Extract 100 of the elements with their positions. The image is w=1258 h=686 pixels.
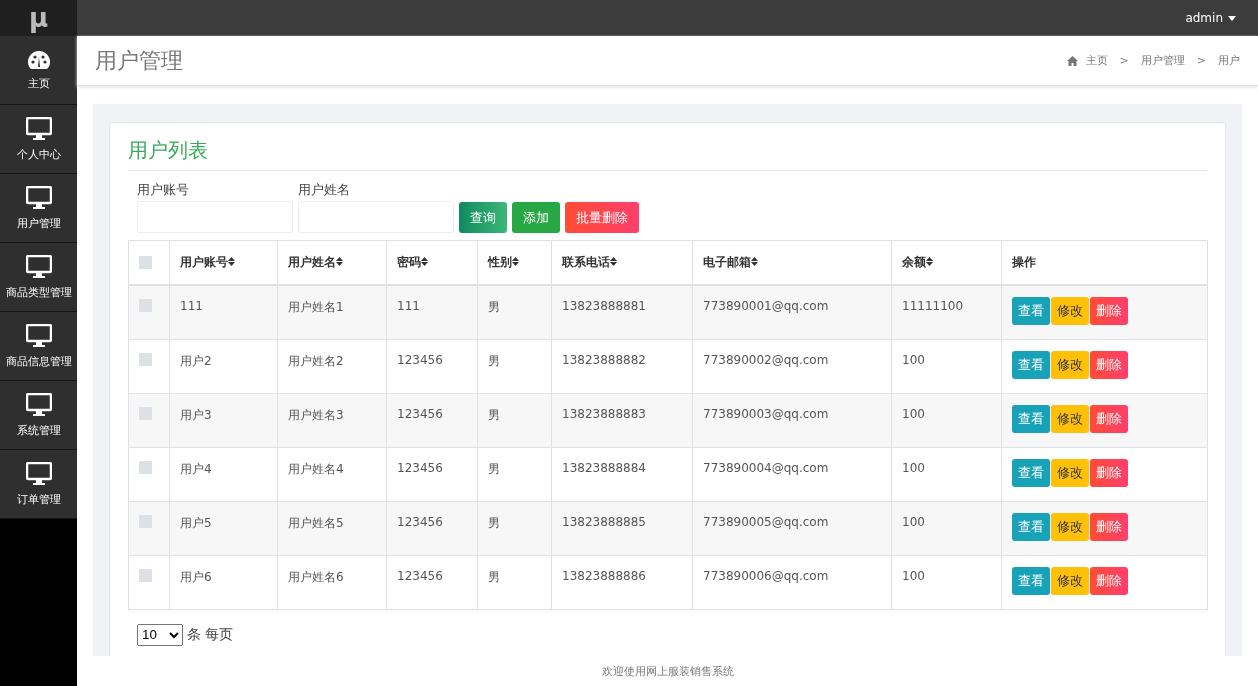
monitor-icon xyxy=(25,461,52,486)
sidebar-item[interactable]: 用户管理 xyxy=(0,174,77,243)
page-size-select[interactable]: 10 xyxy=(137,623,183,646)
table-cell: 100 xyxy=(891,555,1002,609)
sort-icon xyxy=(336,257,343,266)
sidebar-item[interactable]: 商品信息管理 xyxy=(0,312,77,381)
edit-button[interactable]: 修改 xyxy=(1051,404,1089,433)
table-cell: 13823888886 xyxy=(551,555,693,609)
sidebar-label: 商品信息管理 xyxy=(5,353,72,369)
table-cell: 13823888884 xyxy=(551,447,693,501)
sidebar-item[interactable]: 主页 xyxy=(0,36,77,105)
table-cell: 100 xyxy=(891,393,1002,447)
sidebar-label: 系统管理 xyxy=(16,422,61,438)
sidebar-label: 主页 xyxy=(27,75,50,91)
table-cell: 男 xyxy=(477,339,552,393)
footer-text: 欢迎使用网上服装销售系统 xyxy=(601,663,734,679)
table-cell: 773890003@qq.com xyxy=(692,393,892,447)
edit-button[interactable]: 修改 xyxy=(1051,458,1089,487)
dashboard-icon xyxy=(26,49,51,70)
checkbox[interactable] xyxy=(139,568,152,582)
monitor-icon xyxy=(25,116,52,141)
edit-button[interactable]: 修改 xyxy=(1051,566,1089,595)
table-cell: 123456 xyxy=(386,393,478,447)
sidebar-item[interactable]: 订单管理 xyxy=(0,450,77,519)
table-cell: 男 xyxy=(477,393,552,447)
checkbox[interactable] xyxy=(139,256,152,269)
table-cell: 13823888885 xyxy=(551,501,693,555)
monitor-icon xyxy=(25,392,52,417)
sidebar-label: 订单管理 xyxy=(16,491,61,507)
home-icon xyxy=(1066,55,1078,66)
card-title: 用户列表 xyxy=(128,137,1207,171)
table-cell: 13823888881 xyxy=(551,285,693,339)
checkbox[interactable] xyxy=(139,514,152,528)
checkbox[interactable] xyxy=(139,406,152,420)
breadcrumb-separator: > xyxy=(1119,54,1129,67)
table-cell: 男 xyxy=(477,285,552,339)
field-label: 用户账号 xyxy=(137,181,190,199)
monitor-icon xyxy=(25,254,52,279)
breadcrumb-link[interactable]: 用户 xyxy=(1218,53,1240,68)
table-cell: 用户姓名2 xyxy=(277,339,387,393)
table-cell: 用户4 xyxy=(169,447,278,501)
checkbox[interactable] xyxy=(139,352,152,366)
sidebar-item[interactable]: 个人中心 xyxy=(0,105,77,174)
monitor-icon xyxy=(25,323,52,348)
table-cell: 用户姓名4 xyxy=(277,447,387,501)
table-cell: 100 xyxy=(891,447,1002,501)
table-cell: 123456 xyxy=(386,339,478,393)
table-cell: 男 xyxy=(477,555,552,609)
user-menu[interactable]: admin xyxy=(1179,10,1242,26)
table-cell: 773890001@qq.com xyxy=(692,285,892,339)
sidebar-label: 个人中心 xyxy=(16,146,61,162)
table-cell: 用户姓名6 xyxy=(277,555,387,609)
table-cell: 100 xyxy=(891,501,1002,555)
table-cell: 123456 xyxy=(386,447,478,501)
sort-icon xyxy=(926,257,933,266)
edit-button[interactable]: 修改 xyxy=(1051,512,1089,541)
table-cell: 123456 xyxy=(386,555,478,609)
sort-icon xyxy=(512,257,519,266)
sort-icon xyxy=(421,257,428,266)
table-cell: 773890006@qq.com xyxy=(692,555,892,609)
sort-icon xyxy=(751,257,758,266)
table-cell: 男 xyxy=(477,501,552,555)
table-cell: 773890005@qq.com xyxy=(692,501,892,555)
table-cell: 13823888883 xyxy=(551,393,693,447)
table-cell: 13823888882 xyxy=(551,339,693,393)
page-title: 用户管理 xyxy=(95,46,183,75)
sort-icon xyxy=(228,257,235,266)
monitor-icon xyxy=(25,185,52,210)
breadcrumb-separator: > xyxy=(1196,54,1206,67)
checkbox[interactable] xyxy=(139,460,152,474)
field-label: 用户姓名 xyxy=(298,181,351,199)
table-cell: 用户姓名3 xyxy=(277,393,387,447)
table-cell: 用户姓名5 xyxy=(277,501,387,555)
checkbox[interactable] xyxy=(139,299,152,312)
sidebar-item[interactable]: 系统管理 xyxy=(0,381,77,450)
table-cell: 用户姓名1 xyxy=(277,285,387,339)
table-cell: 11111100 xyxy=(891,285,1002,339)
sort-icon xyxy=(610,257,617,266)
table-cell: 男 xyxy=(477,447,552,501)
breadcrumb-link[interactable]: 用户管理 xyxy=(1140,53,1185,68)
table-cell: 123456 xyxy=(386,501,478,555)
table-cell: 用户5 xyxy=(169,501,278,555)
page-size-label: 条 每页 xyxy=(187,625,234,644)
sidebar-item[interactable]: 商品类型管理 xyxy=(0,243,77,312)
sidebar-label: 商品类型管理 xyxy=(5,284,72,300)
caret-icon xyxy=(1228,15,1236,21)
edit-button[interactable]: 修改 xyxy=(1051,350,1089,379)
table-cell: 111 xyxy=(169,285,278,339)
table-cell: 100 xyxy=(891,339,1002,393)
breadcrumb-link[interactable]: 主页 xyxy=(1085,53,1108,68)
search-button[interactable]: 查询 xyxy=(459,202,507,233)
table-cell: 用户6 xyxy=(169,555,278,609)
table-cell: 111 xyxy=(386,285,478,339)
logo: μ xyxy=(0,0,77,36)
table-cell: 用户2 xyxy=(169,339,278,393)
edit-button[interactable]: 修改 xyxy=(1051,297,1089,325)
table-cell: 用户3 xyxy=(169,393,278,447)
sidebar-label: 用户管理 xyxy=(16,215,61,231)
table-cell: 773890002@qq.com xyxy=(692,339,892,393)
table-cell: 773890004@qq.com xyxy=(692,447,892,501)
